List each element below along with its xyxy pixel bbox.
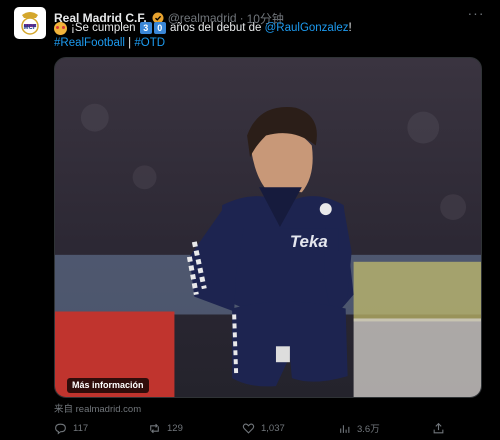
keycap-digit-0: 0	[153, 22, 166, 34]
tweet-text-line-1: ¡Se cumplen 3 0 años del debut de @RaulG…	[54, 20, 352, 36]
tweet-actions: 117 129 1,037 3.6万	[54, 420, 488, 436]
svg-text:MCF: MCF	[24, 25, 37, 31]
pipe-separator: |	[128, 37, 132, 49]
like-button[interactable]: 1,037	[242, 422, 338, 435]
heart-icon	[242, 423, 255, 434]
teka-sponsor-logo: Teka	[290, 232, 328, 251]
star-struck-emoji-icon	[54, 21, 67, 35]
reply-button[interactable]: 117	[54, 422, 148, 435]
tweet-text-end: !	[348, 22, 352, 34]
player-photo-illustration: Teka	[55, 58, 481, 397]
share-button[interactable]	[432, 422, 462, 435]
retweet-button[interactable]: 129	[148, 422, 242, 435]
views-chart-icon	[340, 424, 350, 433]
like-count: 1,037	[261, 422, 285, 434]
views-button[interactable]: 3.6万	[338, 421, 432, 435]
reply-count: 117	[73, 422, 89, 434]
avatar[interactable]: MCF	[14, 7, 46, 39]
retweet-count: 129	[167, 422, 183, 434]
retweet-icon	[150, 423, 159, 433]
link-source[interactable]: 来自 realmadrid.com	[54, 401, 141, 415]
keycap-digit-3: 3	[139, 22, 152, 34]
tweet-text-prefix: ¡Se cumplen	[71, 22, 136, 34]
reply-icon	[55, 423, 66, 434]
share-icon	[433, 422, 444, 433]
view-count: 3.6万	[357, 424, 380, 435]
tweet-photo[interactable]: Teka Más información	[54, 57, 482, 398]
hashtag-otd[interactable]: #OTD	[134, 37, 165, 49]
tweet-text-line-2: #RealFootball | #OTD	[54, 35, 165, 51]
real-madrid-crest-icon: MCF	[21, 12, 39, 35]
tweet-text-middle: años del debut de	[169, 22, 262, 34]
mention-link[interactable]: @RaulGonzalez	[265, 22, 349, 34]
hashtag-realfootball[interactable]: #RealFootball	[54, 37, 125, 49]
more-options-button[interactable]: ···	[466, 6, 486, 22]
more-information-button[interactable]: Más información	[67, 378, 149, 393]
